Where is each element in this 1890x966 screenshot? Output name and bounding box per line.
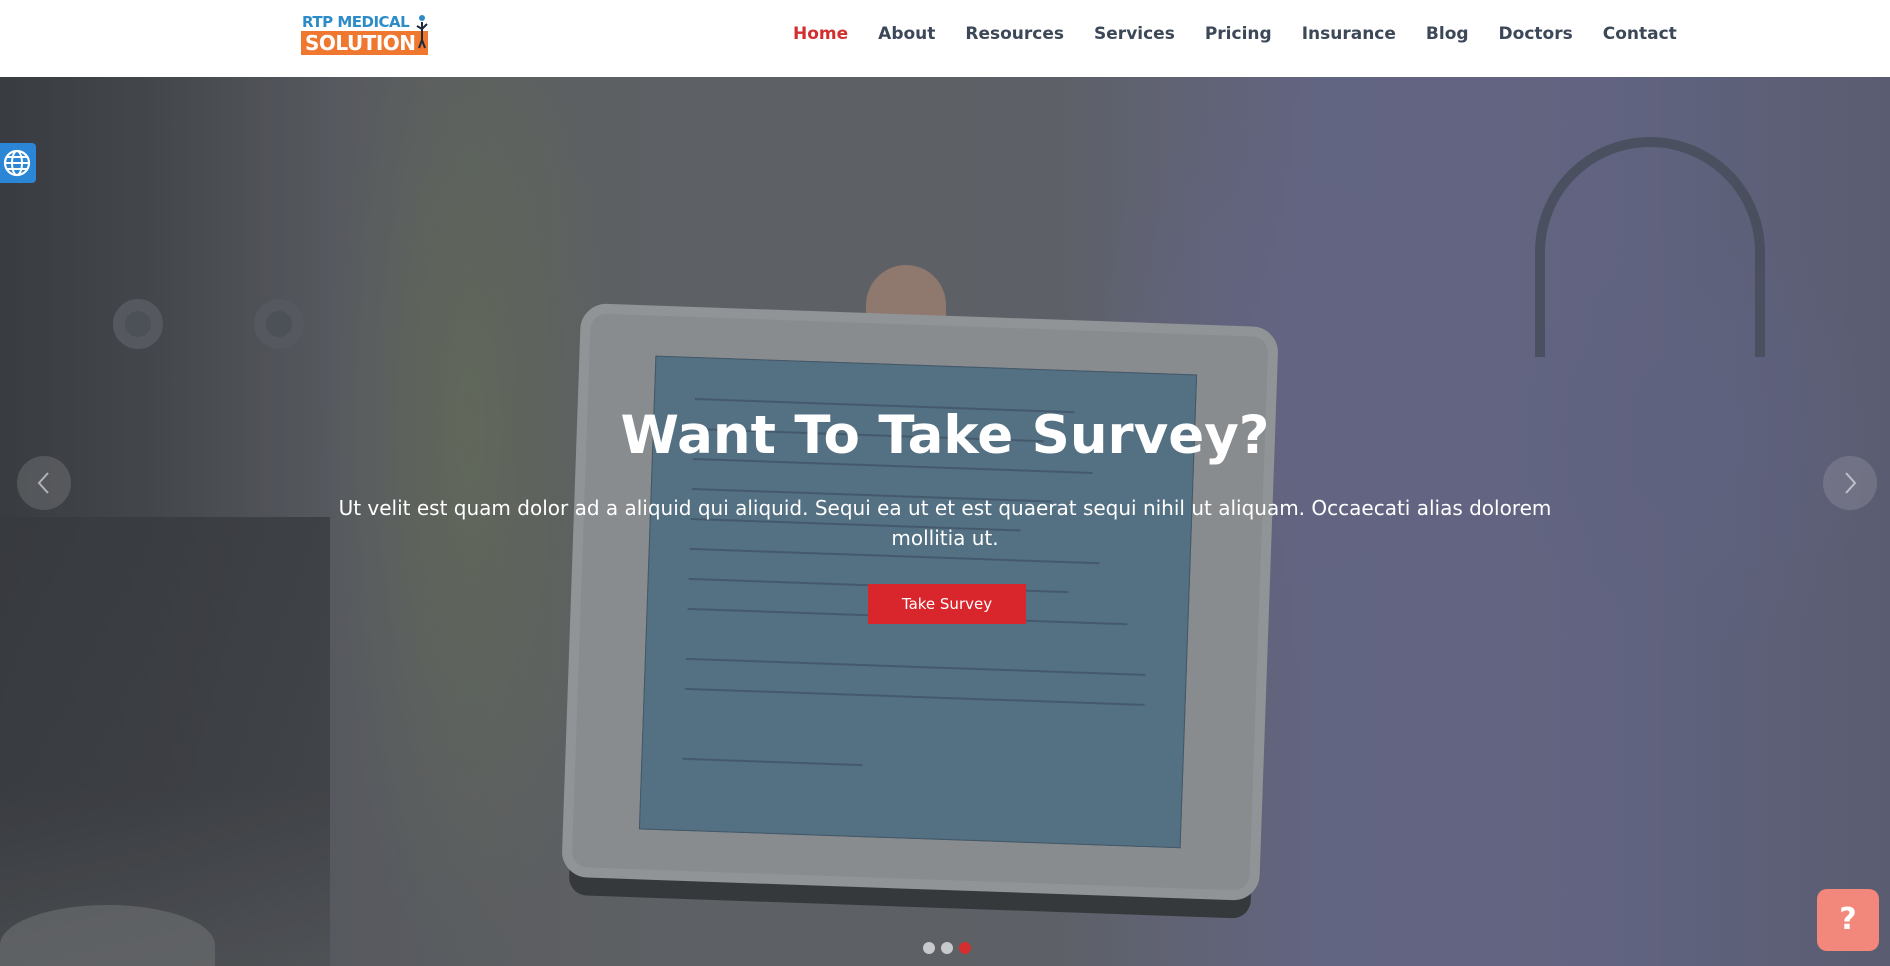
logo-text-bottom: SOLUTION — [301, 31, 428, 55]
nav-home[interactable]: Home — [793, 22, 848, 46]
nav-pricing[interactable]: Pricing — [1205, 22, 1272, 46]
slider-dot-2[interactable] — [941, 942, 953, 954]
slider-dot-1[interactable] — [923, 942, 935, 954]
globe-icon — [3, 149, 31, 177]
nav-about[interactable]: About — [878, 22, 935, 46]
slider-dot-3[interactable] — [959, 942, 971, 954]
help-button[interactable]: ? — [1817, 889, 1879, 951]
site-header: RTP MEDICAL SOLUTION Home About Resource… — [0, 0, 1890, 77]
slider-indicators — [923, 942, 977, 954]
chevron-left-icon — [37, 472, 49, 494]
language-button[interactable] — [0, 143, 36, 183]
hero-content: Want To Take Survey? Ut velit est quam d… — [0, 77, 1890, 966]
hero-slider: Want To Take Survey? Ut velit est quam d… — [0, 77, 1890, 966]
take-survey-button[interactable]: Take Survey — [868, 584, 1026, 624]
site-logo[interactable]: RTP MEDICAL SOLUTION — [301, 14, 429, 56]
nav-doctors[interactable]: Doctors — [1499, 22, 1573, 46]
main-nav: Home About Resources Services Pricing In… — [793, 22, 1707, 46]
slider-prev-button[interactable] — [17, 456, 71, 510]
nav-services[interactable]: Services — [1094, 22, 1175, 46]
nav-resources[interactable]: Resources — [965, 22, 1064, 46]
nav-contact[interactable]: Contact — [1603, 22, 1677, 46]
chevron-right-icon — [1845, 472, 1857, 494]
logo-text-top: RTP MEDICAL — [302, 13, 410, 31]
logo-figure-icon — [416, 15, 428, 49]
nav-blog[interactable]: Blog — [1426, 22, 1469, 46]
hero-description: Ut velit est quam dolor ad a aliquid qui… — [338, 496, 1552, 550]
hero-title: Want To Take Survey? — [620, 405, 1270, 466]
nav-insurance[interactable]: Insurance — [1302, 22, 1396, 46]
slider-next-button[interactable] — [1823, 456, 1877, 510]
